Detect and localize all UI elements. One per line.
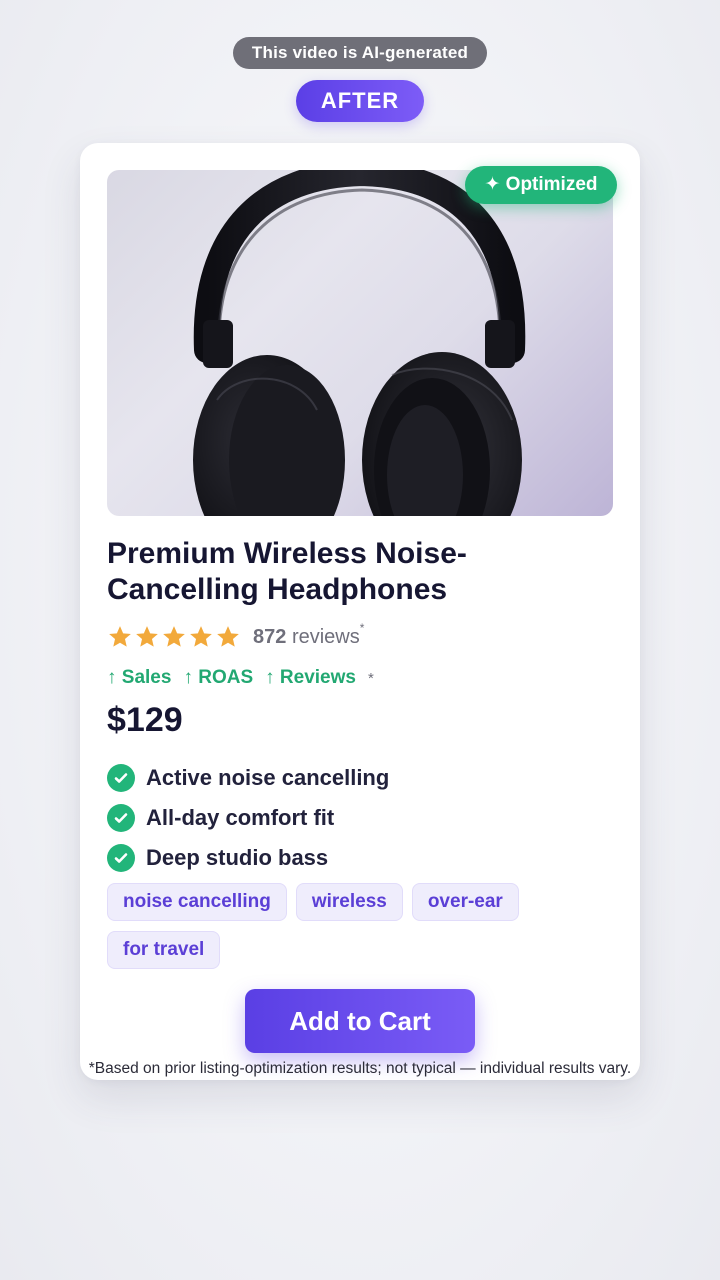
- product-price: $129: [107, 701, 183, 739]
- star-icon: [190, 626, 212, 647]
- star-rating: [107, 624, 241, 650]
- feature-text: Deep studio bass: [146, 845, 329, 870]
- check-circle-icon: [107, 804, 135, 832]
- check-circle-icon: [107, 764, 135, 792]
- add-to-cart-button[interactable]: Add to Cart: [245, 989, 475, 1053]
- metric-roas: ↑ ROAS: [183, 667, 254, 688]
- metrics-asterisk: *: [367, 669, 374, 687]
- headphones-image: [193, 170, 526, 516]
- star-icon: [217, 626, 239, 647]
- tag-chip[interactable]: noise cancelling: [107, 883, 287, 921]
- feature-list: Active noise cancelling All-day comfort …: [107, 758, 389, 878]
- tag-chip[interactable]: for travel: [107, 931, 221, 969]
- product-card: ✦ Optimized Premium Wireless Noise-Cance…: [80, 143, 640, 1080]
- check-circle-icon: [107, 844, 135, 872]
- star-icon: [163, 626, 185, 647]
- star-icon: [109, 626, 131, 647]
- feature-item: Active noise cancelling: [107, 758, 389, 798]
- metric-reviews: ↑ Reviews: [265, 667, 356, 688]
- rating-row[interactable]: 872 reviews *: [107, 621, 364, 653]
- feature-text: Active noise cancelling: [146, 765, 390, 790]
- reviews-asterisk: *: [359, 621, 365, 635]
- feature-item: Deep studio bass: [107, 838, 389, 878]
- product-title: Premium Wireless Noise-Cancelling Headph…: [107, 537, 467, 606]
- reviews-number: 872: [253, 625, 287, 648]
- product-image[interactable]: [107, 170, 613, 516]
- metric-sales: ↑ Sales: [107, 667, 172, 688]
- optimized-badge: ✦ Optimized: [465, 166, 617, 204]
- tag-chip[interactable]: over-ear: [411, 883, 519, 921]
- feature-item: All-day comfort fit: [107, 798, 389, 838]
- tag-chip[interactable]: wireless: [295, 883, 403, 921]
- after-badge: AFTER: [296, 80, 424, 122]
- feature-text: All-day comfort fit: [146, 805, 335, 830]
- reviews-count: 872 reviews: [253, 626, 360, 649]
- ai-generated-label: This video is AI-generated: [233, 37, 487, 69]
- disclaimer: *Based on prior listing-optimization res…: [88, 1060, 632, 1077]
- reviews-suffix: reviews: [291, 625, 360, 648]
- star-icon: [136, 626, 158, 647]
- performance-metrics: ↑ Sales ↑ ROAS ↑ Reviews *: [107, 667, 374, 689]
- tag-list: noise cancelling wireless over-ear for t…: [107, 883, 617, 969]
